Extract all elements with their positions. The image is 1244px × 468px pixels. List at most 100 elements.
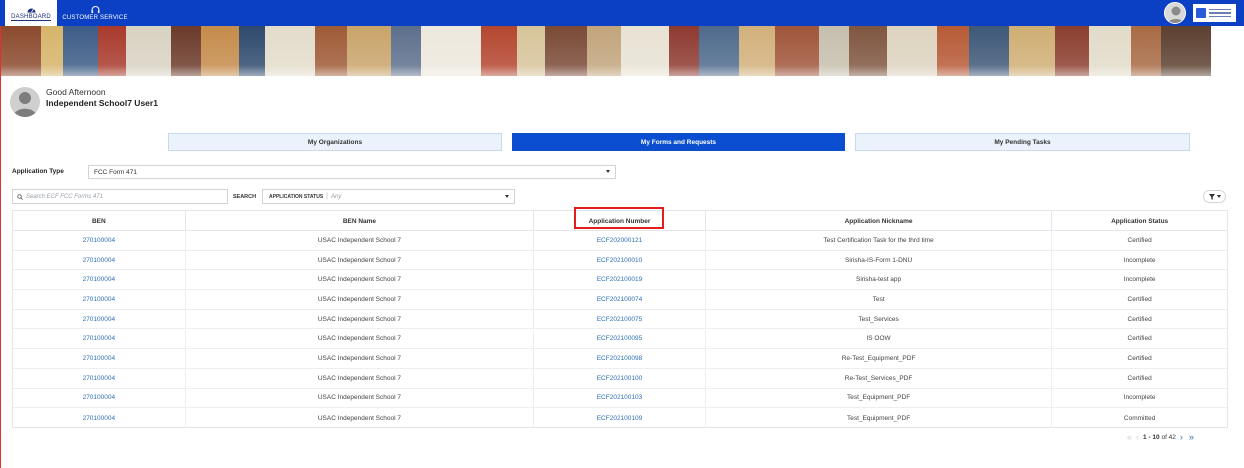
ben-name-cell: USAC Independent School 7 (186, 270, 535, 290)
headset-icon (91, 5, 99, 13)
ben-name-cell: USAC Independent School 7 (186, 250, 535, 270)
application-status-cell: Certified (1127, 335, 1152, 343)
page-total: of 42 (1161, 433, 1176, 441)
column-header-ben[interactable]: BEN (13, 211, 186, 231)
user-silhouette-icon (13, 92, 37, 117)
application-status-cell: Certified (1127, 236, 1152, 244)
application-nickname-cell: Test Certification Task for the thrd tim… (706, 231, 1053, 250)
nav-customer-service-label: CUSTOMER SERVICE (62, 14, 128, 21)
table-row: 270100004 USAC Independent School 7 ECF2… (13, 290, 1227, 310)
column-header-application-status[interactable]: Application Status (1052, 211, 1227, 231)
ben-link[interactable]: 270100004 (13, 290, 186, 309)
application-number-link[interactable]: ECF202100095 (534, 329, 706, 349)
dashboard-icon (27, 8, 35, 12)
logo-mark (1196, 8, 1206, 18)
previous-page-icon[interactable]: ‹ (1136, 432, 1139, 442)
ben-name-cell: USAC Independent School 7 (186, 368, 535, 388)
column-header-application-number[interactable]: Application Number (534, 211, 706, 231)
hero-banner (1, 26, 1244, 124)
ben-link[interactable]: 270100004 (13, 368, 186, 388)
tab-my-forms-and-requests[interactable]: My Forms and Requests (512, 133, 845, 151)
next-page-icon[interactable]: › (1180, 432, 1183, 442)
ben-name-cell: USAC Independent School 7 (186, 408, 535, 428)
filter-separator: | (326, 193, 328, 200)
tab-my-organizations[interactable]: My Organizations (168, 133, 502, 151)
application-status-cell: Committed (1123, 414, 1156, 422)
ben-link[interactable]: 270100004 (13, 329, 186, 349)
table-row: 270100004 USAC Independent School 7 ECF2… (13, 349, 1227, 369)
search-input[interactable]: Search ECF FCC Forms 471 (12, 189, 228, 204)
application-status-label: APPLICATION STATUS (269, 193, 324, 200)
application-type-value: FCC Form 471 (94, 168, 137, 176)
table-row: 270100004 USAC Independent School 7 ECF2… (13, 388, 1227, 409)
application-number-link[interactable]: ECF202000121 (534, 231, 706, 250)
nav-customer-service[interactable]: CUSTOMER SERVICE (62, 0, 128, 26)
tab-my-pending-tasks[interactable]: My Pending Tasks (855, 133, 1190, 151)
application-nickname-cell: Test_Equipment_PDF (706, 408, 1053, 428)
applications-table: BEN BEN Name Application Number Applicat… (12, 210, 1228, 428)
ben-link[interactable]: 270100004 (13, 388, 186, 408)
table-row: 270100004 USAC Independent School 7 ECF2… (13, 250, 1227, 271)
nav-dashboard-label: DASHBOARD (11, 13, 51, 21)
application-status-cell: Certified (1127, 315, 1152, 323)
search-icon (17, 193, 23, 200)
application-number-link[interactable]: ECF202100074 (534, 290, 706, 309)
column-header-ben-name[interactable]: BEN Name (186, 211, 535, 231)
table-header: BEN BEN Name Application Number Applicat… (13, 211, 1227, 231)
top-nav-bar: DASHBOARD CUSTOMER SERVICE (0, 0, 1244, 26)
last-page-icon[interactable]: » (1189, 432, 1194, 442)
application-status-filter[interactable]: APPLICATION STATUS | Any (262, 189, 515, 204)
table-row: 270100004 USAC Independent School 7 ECF2… (13, 309, 1227, 330)
logo-text-lines (1209, 8, 1231, 18)
ben-link[interactable]: 270100004 (13, 349, 186, 368)
application-nickname-cell: Test (706, 290, 1053, 309)
application-nickname-cell: Sirisha-IS-Form 1-DNU (706, 250, 1053, 270)
ben-name-cell: USAC Independent School 7 (186, 349, 535, 368)
greeting-salutation: Good Afternoon (46, 87, 106, 97)
page-range: 1 - 10 (1143, 433, 1160, 441)
application-nickname-cell: IS OOW (706, 329, 1053, 349)
application-number-link[interactable]: ECF202100100 (534, 368, 706, 388)
ben-link[interactable]: 270100004 (13, 408, 186, 428)
ben-link[interactable]: 270100004 (13, 309, 186, 329)
search-button[interactable]: SEARCH (230, 189, 259, 204)
application-status-cell: Certified (1127, 374, 1152, 382)
ben-name-cell: USAC Independent School 7 (186, 290, 535, 309)
column-header-application-nickname[interactable]: Application Nickname (706, 211, 1053, 231)
ben-name-cell: USAC Independent School 7 (186, 388, 535, 408)
ben-link[interactable]: 270100004 (13, 250, 186, 270)
ben-name-cell: USAC Independent School 7 (186, 309, 535, 329)
ben-name-cell: USAC Independent School 7 (186, 231, 535, 250)
application-number-link[interactable]: ECF202100109 (534, 408, 706, 428)
table-row: 270100004 USAC Independent School 7 ECF2… (13, 231, 1227, 251)
ben-link[interactable]: 270100004 (13, 231, 186, 250)
greeting-user-name: Independent School7 User1 (46, 98, 158, 108)
user-avatar-button[interactable] (1164, 2, 1186, 24)
agency-logo (1193, 4, 1236, 22)
application-status-value: Any (331, 193, 342, 200)
ben-name-cell: USAC Independent School 7 (186, 329, 535, 349)
application-nickname-cell: Test_Services (706, 309, 1053, 329)
chevron-down-icon (505, 195, 509, 198)
application-number-link[interactable]: ECF202100075 (534, 309, 706, 329)
banner-fade (1, 26, 1244, 124)
application-type-select[interactable]: FCC Form 471 (88, 165, 616, 179)
application-number-link[interactable]: ECF202100098 (534, 349, 706, 368)
pagination: « ‹ 1 - 10 of 42 › » (1127, 431, 1194, 443)
chevron-down-icon (606, 170, 610, 173)
ben-link[interactable]: 270100004 (13, 270, 186, 290)
application-nickname-cell: Test_Equipment_PDF (706, 388, 1053, 408)
filter-menu-button[interactable] (1203, 190, 1226, 203)
filter-icon (1208, 193, 1215, 200)
application-number-link[interactable]: ECF202100103 (534, 388, 706, 408)
table-row: 270100004 USAC Independent School 7 ECF2… (13, 270, 1227, 291)
application-number-link[interactable]: ECF202100010 (534, 250, 706, 270)
first-page-icon[interactable]: « (1127, 432, 1132, 442)
application-status-cell: Incomplete (1123, 256, 1156, 264)
table-row: 270100004 USAC Independent School 7 ECF2… (13, 329, 1227, 350)
application-type-label: Application Type (12, 168, 64, 175)
greeting-avatar (10, 87, 40, 117)
application-number-link[interactable]: ECF202100019 (534, 270, 706, 290)
nav-dashboard[interactable]: DASHBOARD (5, 0, 57, 26)
application-status-cell: Certified (1127, 355, 1152, 363)
